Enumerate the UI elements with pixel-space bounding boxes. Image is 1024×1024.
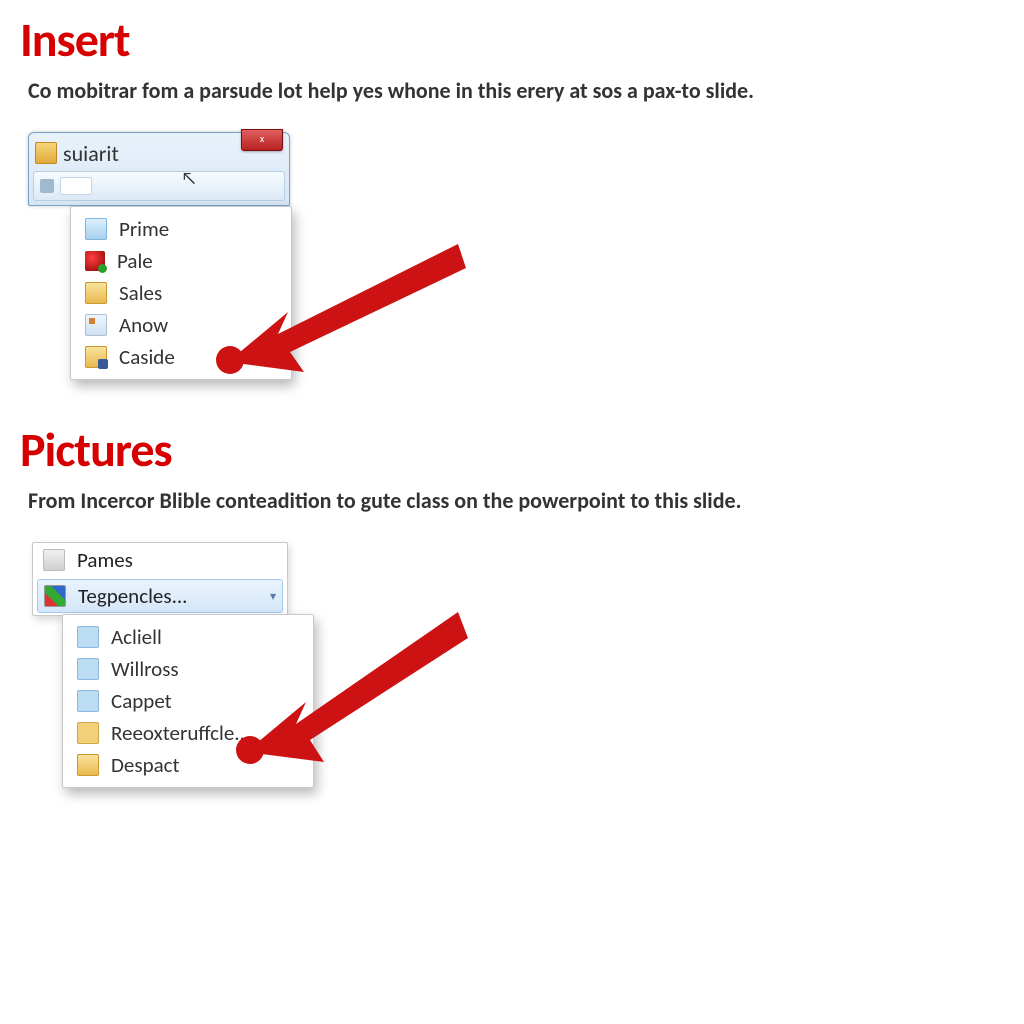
menu-item-label: Willross [111, 656, 179, 682]
heading-insert: Insert [20, 10, 1014, 69]
mouse-cursor-icon: ↖ [181, 167, 197, 189]
menu-item-label: Anow [119, 312, 168, 338]
app-icon [44, 585, 66, 607]
figure-insert: x suiarit ↖ Prime Pale Sales Anow [28, 132, 628, 380]
list-item-label: Tegpencles... [78, 583, 187, 609]
status-dot-icon [85, 251, 105, 271]
folder-icon [85, 282, 107, 304]
list-item-pames[interactable]: Pames [33, 543, 287, 577]
app-icon [85, 314, 107, 336]
folder-icon [85, 346, 107, 368]
app-icon [43, 549, 65, 571]
cloud-icon [77, 626, 99, 648]
explorer-window: x suiarit ↖ [28, 132, 290, 206]
annotation-arrow-icon [228, 592, 468, 782]
toolbar-field[interactable] [60, 177, 92, 195]
menu-item-label: Pale [117, 248, 153, 274]
menu-item-label: Prime [119, 216, 169, 242]
toolbar-icon [40, 179, 54, 193]
window-close-button[interactable]: x [241, 129, 283, 151]
figure-pictures: Pames Tegpencles... ▾ Acliell Willross C… [28, 542, 628, 788]
heading-pictures: Pictures [20, 420, 1014, 479]
menu-item-label: Acliell [111, 624, 162, 650]
desc-insert: Co mobitrar fom a parsude lot help yes w… [28, 77, 1014, 104]
window-toolbar[interactable] [33, 171, 285, 201]
cloud-icon [77, 722, 99, 744]
annotation-arrow-icon [208, 222, 468, 402]
picture-icon [85, 218, 107, 240]
folder-icon [77, 754, 99, 776]
menu-item-label: Sales [119, 280, 162, 306]
folder-icon [35, 142, 57, 164]
menu-item-label: Caside [119, 344, 175, 370]
cloud-icon [77, 690, 99, 712]
menu-item-label: Despact [111, 752, 180, 778]
menu-item-label: Cappet [111, 688, 172, 714]
cloud-icon [77, 658, 99, 680]
window-title: suiarit [63, 140, 119, 167]
desc-pictures: From Incercor Blible conteadition to gut… [28, 487, 1014, 514]
list-item-label: Pames [77, 547, 133, 573]
